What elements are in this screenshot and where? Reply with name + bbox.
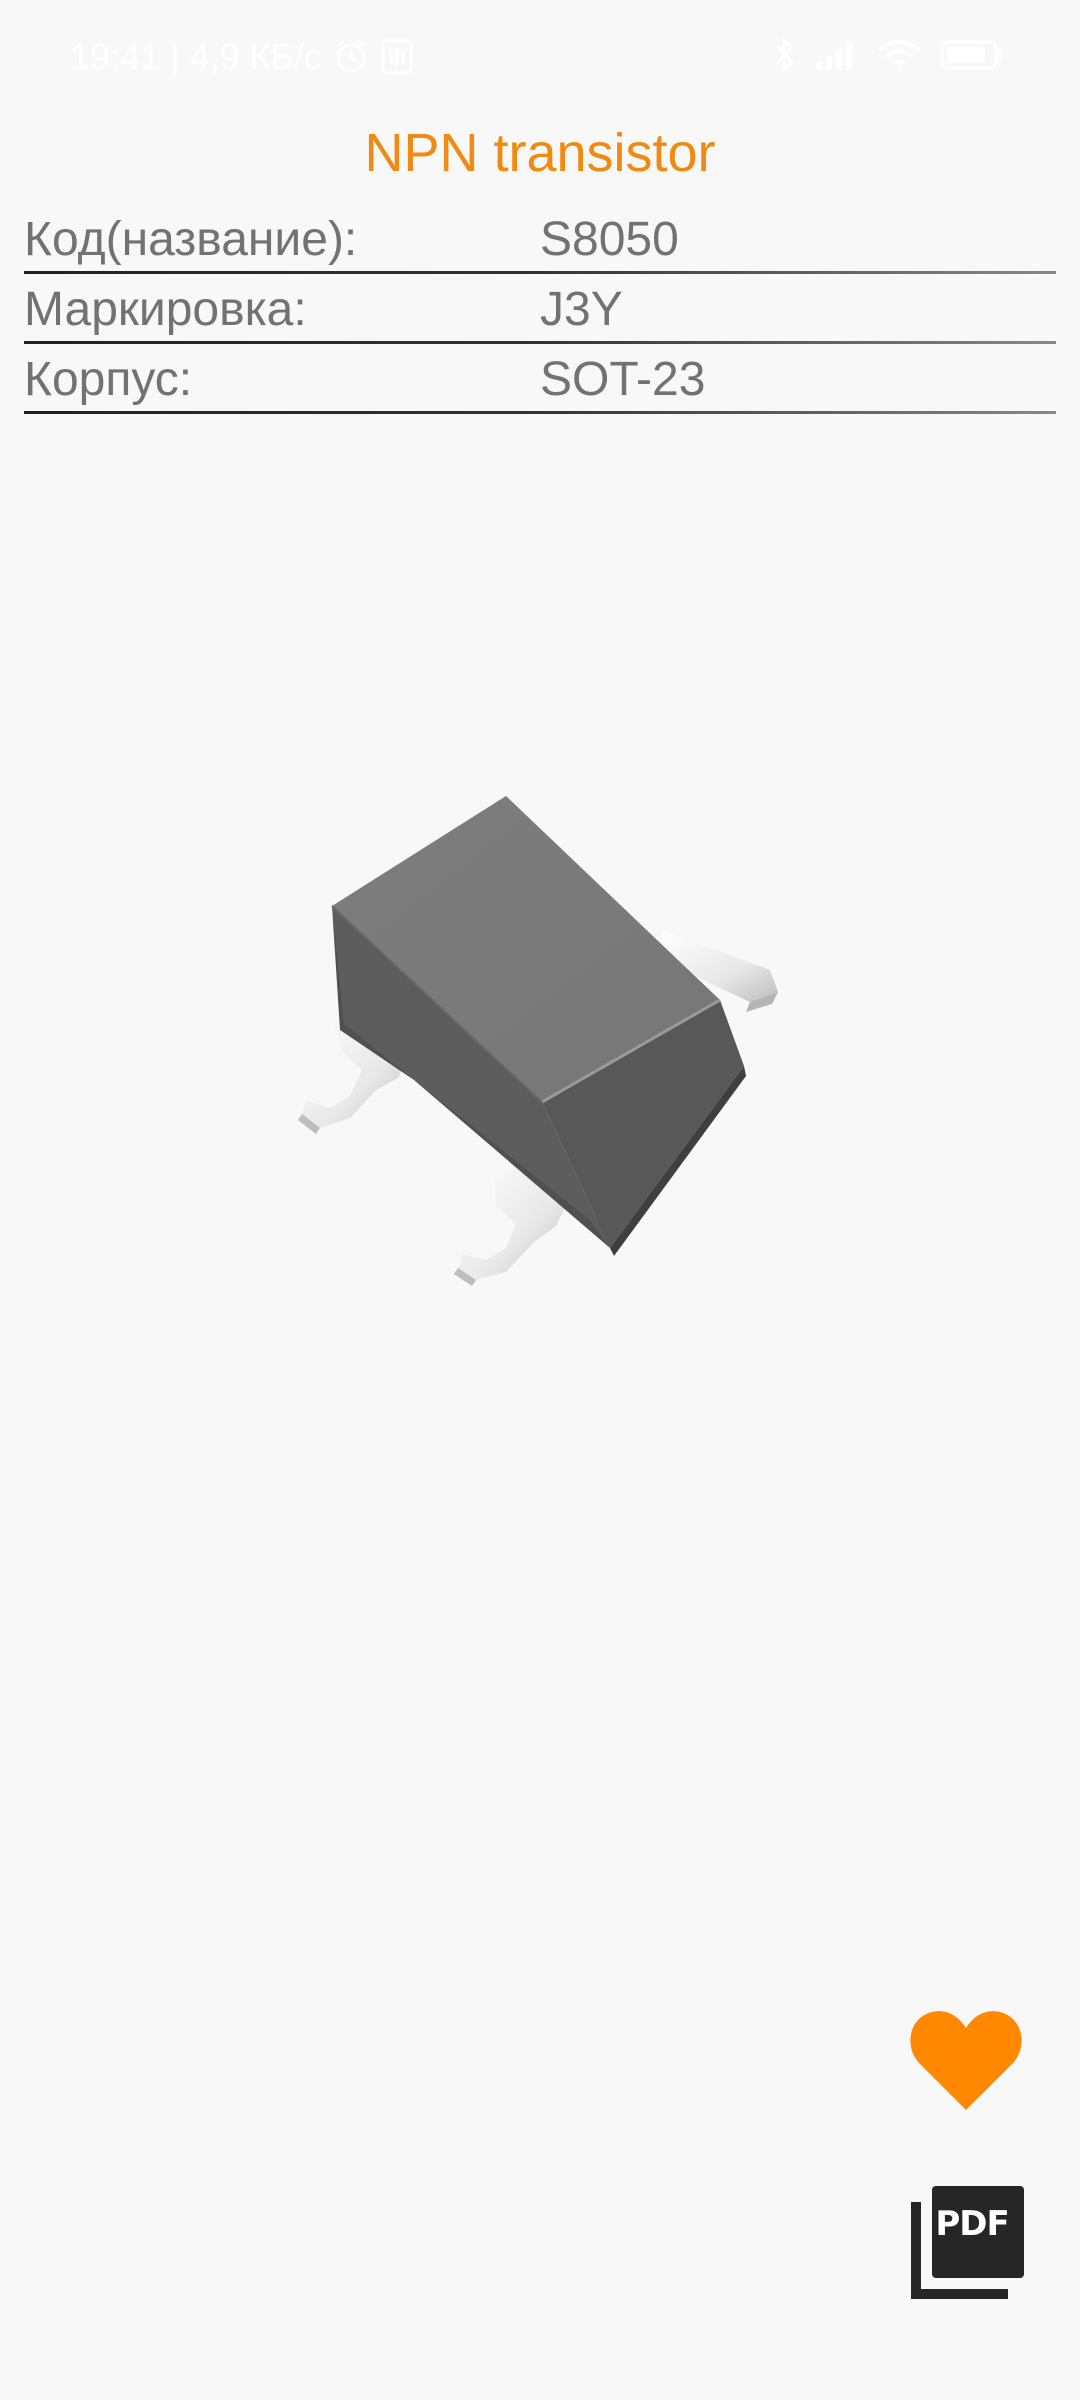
spec-label-package: Корпус: xyxy=(24,353,193,406)
spec-value-code: S8050 xyxy=(540,213,679,266)
wifi-icon xyxy=(876,38,922,72)
spec-label-marking: Маркировка: xyxy=(24,283,307,336)
spec-row-code: Код(название): S8050 xyxy=(24,204,1056,274)
status-time: 19:41 xyxy=(70,36,161,77)
status-separator: | xyxy=(170,36,180,77)
spec-row-marking: Маркировка: J3Y xyxy=(24,274,1056,344)
spec-value-package: SOT-23 xyxy=(540,353,706,406)
status-right xyxy=(774,36,1004,74)
heart-icon xyxy=(910,2011,1022,2110)
pdf-button[interactable]: PDF xyxy=(908,2182,1028,2302)
spec-table: Код(название): S8050 Маркировка: J3Y Кор… xyxy=(24,204,1056,414)
spec-label-code: Код(название): xyxy=(24,213,358,266)
sot23-package-image xyxy=(280,780,800,1305)
spec-row-package: Корпус: SOT-23 xyxy=(24,344,1056,414)
battery-icon xyxy=(940,39,1004,71)
pdf-label: PDF xyxy=(935,2204,1009,2244)
favorite-button[interactable] xyxy=(906,2004,1026,2116)
status-network-speed: 4,9 КБ/с xyxy=(189,36,323,77)
alarm-icon xyxy=(332,38,370,76)
status-left: 19:41 | 4,9 КБ/с xyxy=(70,36,414,78)
nfc-icon xyxy=(380,38,414,76)
spec-value-marking: J3Y xyxy=(540,283,623,336)
divider xyxy=(24,411,1056,414)
bluetooth-icon xyxy=(774,36,796,74)
page-title: NPN transistor xyxy=(364,123,716,183)
status-bar: 19:41 | 4,9 КБ/с xyxy=(0,0,1080,120)
signal-icon xyxy=(814,38,858,72)
